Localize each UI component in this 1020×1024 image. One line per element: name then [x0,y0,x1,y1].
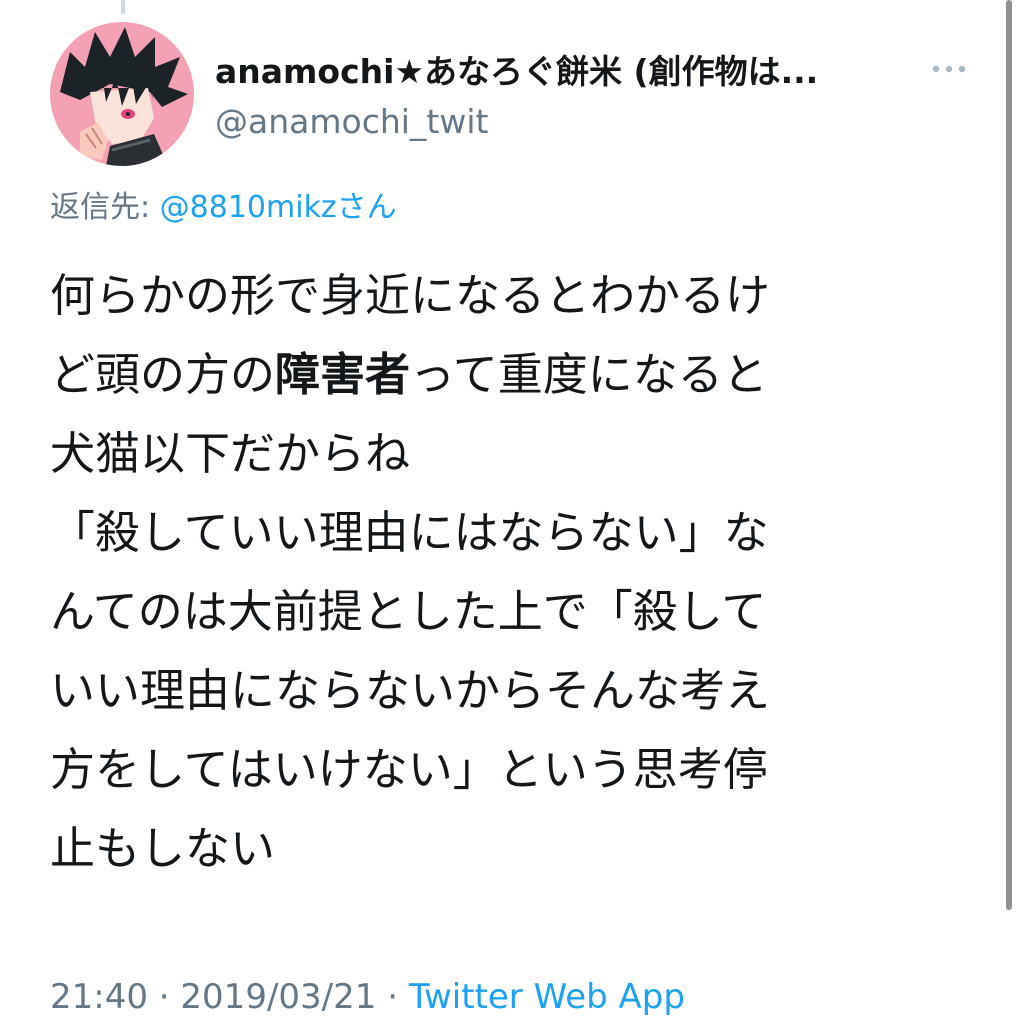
meta-separator-1: · [147,977,181,1017]
avatar-image [50,22,194,166]
replying-suffix[interactable]: さん [337,190,397,225]
user-handle[interactable]: @anamochi_twit [215,100,488,144]
replying-mention-link[interactable]: @8810mikz [160,190,337,225]
tweet-line-8: 止もしない [50,822,276,875]
tweet-line-7: 方をしてはいけない」という思考停 [50,743,768,796]
thread-connector-line [121,0,125,14]
replying-to: 返信先: @8810mikzさん [50,186,397,230]
tweet-line-5: んてのは大前提とした上で「殺して [50,585,767,638]
tweet-line-2b: って重度になると [410,348,768,401]
tweet-meta: 21:40 · 2019/03/21 · Twitter Web App [50,972,685,1022]
avatar[interactable] [50,22,194,166]
more-options-button[interactable] [926,52,972,86]
replying-prefix: 返信先: [50,190,160,225]
tweet-source-link[interactable]: Twitter Web App [409,977,685,1017]
tweet-time[interactable]: 21:40 [50,977,148,1017]
tweet-line-3: 犬猫以下だからね [50,427,411,480]
tweet-line-1: 何らかの形で身近になるとわかるけ [50,269,771,322]
tweet-line-6: いい理由にならないからそんな考え [50,664,771,717]
tweet-line-4: 「殺していい理由にはならない」な [50,506,769,559]
tweet-date[interactable]: 2019/03/21 [180,977,376,1017]
scrollbar[interactable] [1006,0,1012,910]
meta-separator-2: · [376,977,409,1017]
tweet-line-2a: ど頭の方の [50,348,276,401]
tweet-text: 何らかの形で身近になるとわかるけ ど頭の方の障害者って重度になると 犬猫以下だか… [50,256,950,888]
more-horizontal-icon [932,65,966,73]
tweet-bold-term: 障害者 [275,348,411,401]
display-name[interactable]: anamochi★あなろぐ餅米 (創作物は... [215,50,818,94]
